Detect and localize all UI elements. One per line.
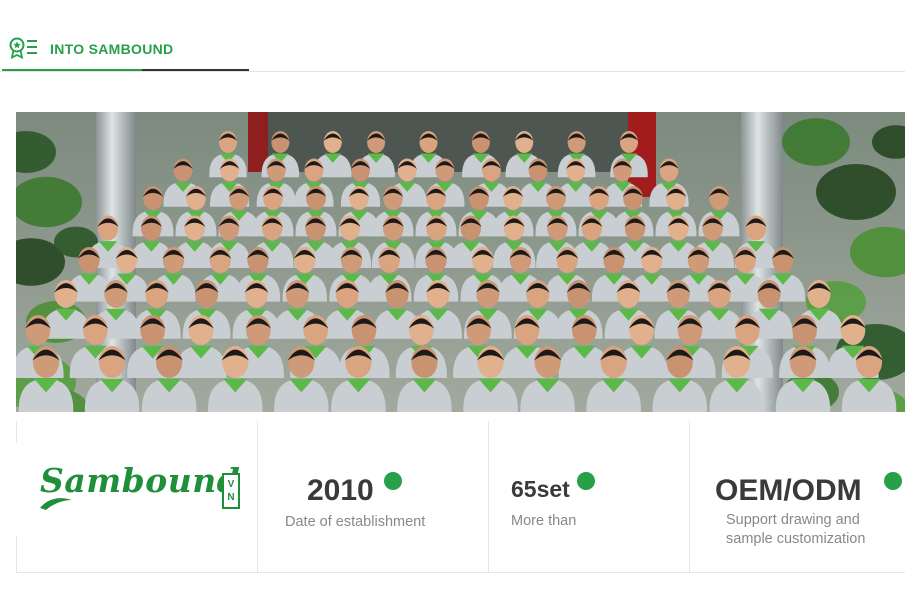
stat-desc: Date of establishment [285, 514, 426, 530]
leaf-swoosh-icon [40, 498, 72, 510]
company-stats: Sambound V N 2010 Date of establishment … [16, 421, 905, 573]
dot-icon [577, 472, 595, 490]
stat-oem-odm: OEM/ODM Support drawing and sample custo… [690, 421, 905, 573]
stat-desc: More than [511, 513, 577, 529]
stat-desc: sample customization [726, 531, 866, 547]
dot-icon [884, 472, 902, 490]
stat-established: 2010 Date of establishment [258, 421, 488, 573]
section-header: INTO SAMBOUND [0, 0, 905, 72]
stats-divider [16, 572, 905, 573]
dot-icon [384, 472, 402, 490]
team-group-photo [16, 112, 905, 412]
header-divider [0, 71, 905, 72]
stat-desc: Support drawing and [726, 512, 860, 528]
tab-label: INTO SAMBOUND [50, 41, 174, 57]
stat-equipment: 65set More than [489, 421, 689, 573]
stat-value: OEM/ODM [715, 474, 862, 507]
brand-logo: Sambound V N [16, 421, 257, 573]
award-list-icon [9, 37, 37, 60]
stat-value: 65set [511, 476, 570, 502]
logo-badge: V N [222, 473, 240, 509]
stat-value: 2010 [307, 474, 374, 507]
